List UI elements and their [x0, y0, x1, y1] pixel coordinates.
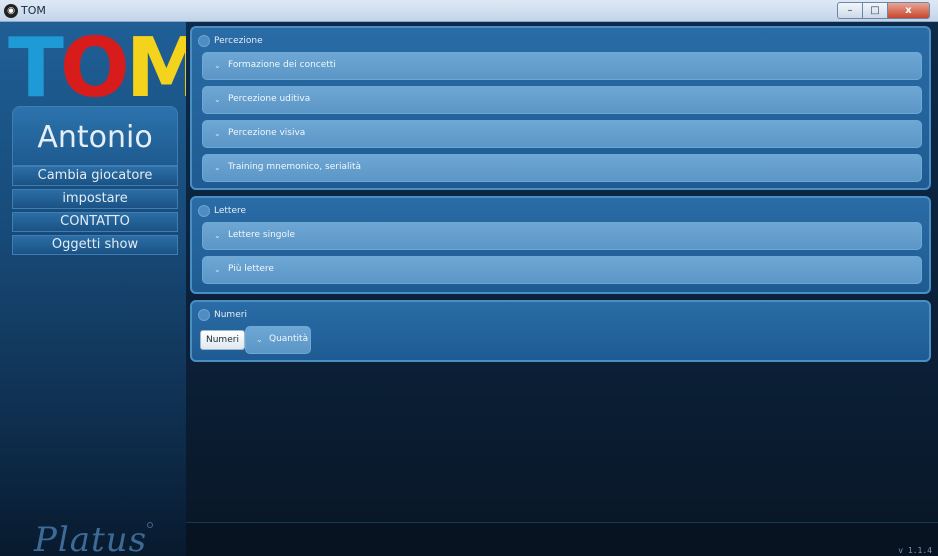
brand-mark-icon [147, 522, 153, 528]
group-header[interactable]: Lettere [198, 204, 246, 218]
settings-button[interactable]: impostare [12, 189, 178, 209]
user-card: Antonio [12, 106, 178, 166]
show-objects-button[interactable]: Oggetti show [12, 235, 178, 255]
item-quantita[interactable]: ⌄ Quantità [245, 326, 311, 354]
tom-logo: TOM [8, 28, 207, 110]
group-title: Numeri [214, 310, 247, 320]
contact-button[interactable]: CONTATTO [12, 212, 178, 232]
chevron-down-icon: ⌄ [214, 129, 221, 138]
chevron-down-icon: ⌄ [214, 231, 221, 240]
item-training-mnemonico[interactable]: ⌄ Training mnemonico, serialità [202, 154, 922, 182]
logo-letter-o: O [59, 21, 130, 116]
numeri-chip[interactable]: Numeri [200, 330, 245, 350]
group-lettere: Lettere ⌄ Lettere singole ⌄ Più lettere [190, 196, 931, 294]
item-label: Quantità [269, 334, 309, 344]
chevron-down-icon: ⌄ [214, 61, 221, 70]
group-title: Lettere [214, 206, 247, 216]
bottom-bar [186, 522, 938, 556]
circle-icon [198, 309, 210, 321]
window-controls: – □ x [837, 2, 930, 19]
window-title: TOM [21, 4, 46, 17]
user-name: Antonio [37, 120, 153, 155]
item-label: Training mnemonico, serialità [228, 162, 362, 172]
app-icon: ◉ [4, 4, 18, 18]
item-label: Formazione dei concetti [228, 60, 336, 70]
group-numeri: Numeri Numeri ⌄ Quantità [190, 300, 931, 362]
version-label: v 1.1.4 [898, 546, 932, 555]
item-lettere-singole[interactable]: ⌄ Lettere singole [202, 222, 922, 250]
minimize-button[interactable]: – [837, 2, 862, 19]
sidebar: TOM Antonio Cambia giocatore impostare C… [0, 22, 207, 556]
title-bar: ◉ TOM – □ x [0, 0, 938, 22]
item-piu-lettere[interactable]: ⌄ Più lettere [202, 256, 922, 284]
group-header[interactable]: Percezione [198, 34, 263, 48]
group-percezione: Percezione ⌄ Formazione dei concetti ⌄ P… [190, 26, 931, 190]
item-label: Percezione uditiva [228, 94, 311, 104]
item-label: Lettere singole [228, 230, 296, 240]
item-formazione-concetti[interactable]: ⌄ Formazione dei concetti [202, 52, 922, 80]
chevron-down-icon: ⌄ [214, 163, 221, 172]
item-label: Percezione visiva [228, 128, 306, 138]
chevron-down-icon: ⌄ [256, 335, 263, 344]
circle-icon [198, 205, 210, 217]
circle-icon [198, 35, 210, 47]
platus-brand: Platus [34, 520, 148, 556]
item-percezione-visiva[interactable]: ⌄ Percezione visiva [202, 120, 922, 148]
group-title: Percezione [214, 36, 263, 46]
chevron-down-icon: ⌄ [214, 95, 221, 104]
chevron-down-icon: ⌄ [214, 265, 221, 274]
maximize-button[interactable]: □ [862, 2, 887, 19]
logo-letter-t: T [8, 21, 64, 116]
item-label: Più lettere [228, 264, 274, 274]
group-header[interactable]: Numeri [198, 308, 247, 322]
item-percezione-uditiva[interactable]: ⌄ Percezione uditiva [202, 86, 922, 114]
main-area: Percezione ⌄ Formazione dei concetti ⌄ P… [186, 22, 938, 556]
close-button[interactable]: x [887, 2, 930, 19]
change-player-button[interactable]: Cambia giocatore [12, 166, 178, 186]
